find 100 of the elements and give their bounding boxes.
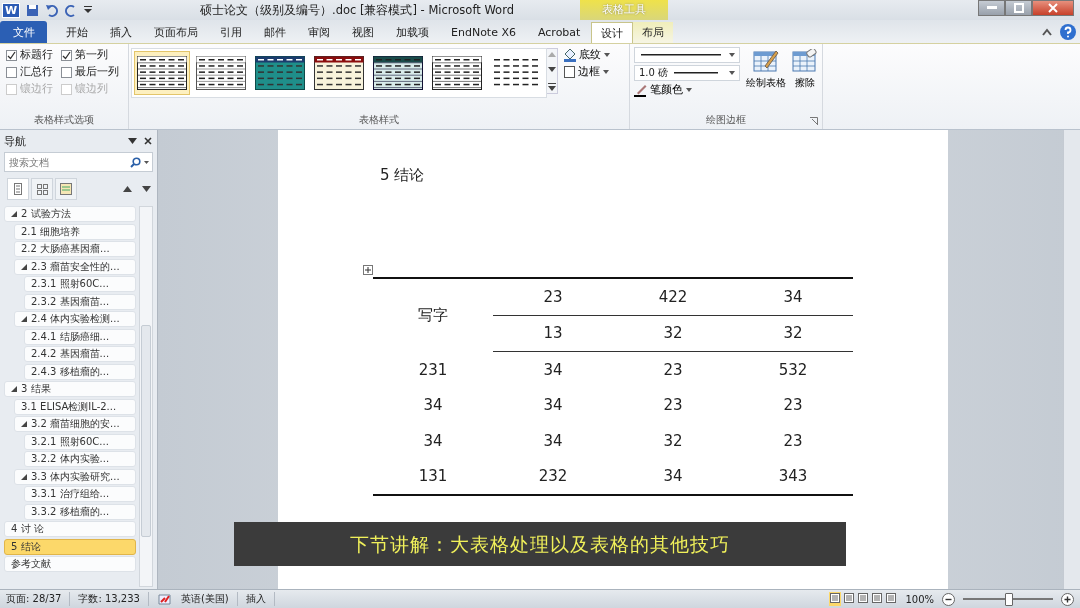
nav-item[interactable]: 2.4 体内实验检测... bbox=[14, 311, 136, 327]
nav-item[interactable]: 5 结论 bbox=[4, 538, 136, 555]
nav-item[interactable]: 3.1 ELISA检测IL-2... bbox=[14, 398, 136, 415]
nav-item[interactable]: 3.2.2 体内实验... bbox=[24, 451, 136, 467]
nav-item[interactable]: 2.3.2 基因瘤苗... bbox=[24, 293, 136, 310]
nav-item[interactable]: 2.1 细胞培养 bbox=[14, 223, 136, 240]
search-field[interactable]: 搜索文档 bbox=[4, 152, 153, 172]
table-move-handle-icon[interactable] bbox=[363, 265, 373, 275]
eraser-button[interactable]: 擦除 bbox=[792, 47, 818, 97]
close-icon[interactable] bbox=[144, 137, 152, 145]
expand-arrow-icon[interactable] bbox=[21, 263, 27, 270]
ribbon-tab[interactable]: 设计 bbox=[591, 22, 634, 43]
insert-mode-indicator[interactable]: 插入 bbox=[245, 592, 275, 606]
group-label: 表格样式选项 bbox=[33, 113, 95, 127]
nav-item[interactable]: 3.2 瘤苗细胞的安... bbox=[14, 416, 136, 432]
help-icon[interactable] bbox=[1060, 23, 1076, 40]
minimize-button[interactable] bbox=[978, 0, 1005, 16]
nav-item[interactable]: 2.2 大肠癌基因瘤... bbox=[14, 241, 136, 257]
section-heading: 5 结论 bbox=[379, 165, 426, 185]
zoom-level[interactable]: 100% bbox=[905, 593, 934, 605]
expand-arrow-icon[interactable] bbox=[21, 473, 27, 480]
borders-button[interactable]: 边框 bbox=[563, 65, 600, 79]
caret-icon[interactable] bbox=[604, 53, 610, 57]
expand-arrow-icon[interactable] bbox=[11, 211, 17, 217]
restore-button[interactable] bbox=[1005, 0, 1032, 16]
draw-table-button[interactable]: 绘制表格 bbox=[746, 47, 786, 97]
pages-view-icon[interactable] bbox=[31, 178, 53, 200]
pen-color-button[interactable]: 笔颜色 bbox=[634, 83, 683, 97]
pane-menu-icon[interactable] bbox=[128, 138, 137, 144]
expand-arrow-icon[interactable] bbox=[11, 386, 17, 392]
line-weight-dropdown[interactable]: 1.0 磅 bbox=[634, 65, 740, 81]
style-option-checkbox[interactable]: 标题行 bbox=[6, 48, 61, 62]
results-view-icon[interactable] bbox=[55, 178, 77, 200]
nav-item[interactable]: 2.4.1 结肠癌细... bbox=[24, 328, 136, 345]
ribbon-tab[interactable]: 布局 bbox=[633, 22, 674, 43]
dropdown-icon[interactable] bbox=[84, 5, 93, 15]
table-cell: 131 bbox=[373, 458, 493, 495]
nav-item[interactable]: 参考文献 bbox=[4, 556, 136, 572]
previous-heading-icon[interactable] bbox=[123, 186, 132, 192]
ribbon-tab[interactable]: EndNote X6 bbox=[440, 22, 527, 43]
zoom-slider-thumb[interactable] bbox=[1005, 592, 1013, 606]
ribbon-tab[interactable]: 页面布局 bbox=[143, 22, 209, 43]
style-option-checkbox[interactable]: 第一列 bbox=[61, 48, 125, 62]
nav-item[interactable]: 2.3.1 照射60C... bbox=[24, 276, 136, 292]
close-button[interactable] bbox=[1032, 0, 1074, 16]
caret-icon[interactable] bbox=[603, 70, 609, 74]
nav-item[interactable]: 3.3.1 治疗组给... bbox=[24, 486, 136, 502]
word-count[interactable]: 字数: 13,233 bbox=[78, 592, 149, 606]
nav-item[interactable]: 3.3 体内实验研究... bbox=[14, 468, 136, 485]
page-count[interactable]: 页面: 28/37 bbox=[6, 592, 71, 606]
ribbon-tab[interactable]: 引用 bbox=[209, 22, 253, 43]
language-indicator[interactable]: 英语(美国) bbox=[180, 592, 238, 606]
view-buttons[interactable] bbox=[829, 592, 898, 606]
line-style-dropdown[interactable] bbox=[634, 47, 740, 63]
window-title: 硕士论文（级别及编号）.doc [兼容模式] - Microsoft Word bbox=[200, 3, 514, 18]
table-cell: 32 bbox=[733, 315, 853, 352]
caret-icon[interactable] bbox=[686, 88, 692, 92]
line-style-icon bbox=[641, 54, 721, 56]
scrollbar[interactable] bbox=[139, 206, 153, 587]
border-icon bbox=[563, 65, 576, 79]
nav-item[interactable]: 2.3 瘤苗安全性的... bbox=[14, 258, 136, 275]
ribbon-tab[interactable]: 文件 bbox=[0, 21, 47, 43]
zoom-in-icon[interactable] bbox=[1061, 592, 1074, 606]
table-cell: 532 bbox=[733, 351, 853, 388]
nav-item[interactable]: 2.4.3 移植瘤的... bbox=[24, 363, 136, 380]
gallery-scroll-buttons[interactable] bbox=[547, 48, 558, 94]
search-icon[interactable] bbox=[130, 157, 141, 168]
zoom-out-icon[interactable] bbox=[942, 592, 955, 606]
table-style-thumbnail[interactable] bbox=[134, 51, 190, 95]
expand-arrow-icon[interactable] bbox=[21, 316, 27, 322]
ribbon-tab[interactable]: Acrobat bbox=[527, 22, 592, 43]
ribbon-tab[interactable]: 审阅 bbox=[297, 22, 341, 43]
nav-item[interactable]: 2.4.2 基因瘤苗... bbox=[24, 346, 136, 362]
nav-item[interactable]: 3.3.2 移植瘤的... bbox=[24, 503, 136, 520]
table-cell: 232 bbox=[493, 458, 613, 495]
ribbon-tab[interactable]: 开始 bbox=[55, 22, 99, 43]
undo-icon[interactable] bbox=[45, 3, 60, 17]
style-option-checkbox[interactable]: 最后一列 bbox=[61, 65, 125, 79]
shading-button[interactable]: 底纹 bbox=[563, 48, 601, 62]
nav-item[interactable]: 2 试验方法 bbox=[4, 206, 136, 222]
ribbon-tab[interactable]: 插入 bbox=[99, 22, 143, 43]
headings-view-icon[interactable] bbox=[7, 178, 29, 200]
line-weight-icon bbox=[674, 72, 719, 74]
expand-arrow-icon[interactable] bbox=[21, 421, 27, 427]
next-heading-icon[interactable] bbox=[142, 186, 151, 192]
ribbon-tab[interactable]: 邮件 bbox=[253, 22, 297, 43]
nav-item[interactable]: 3.2.1 照射60C... bbox=[24, 433, 136, 450]
nav-item[interactable]: 3 结果 bbox=[4, 381, 136, 397]
pen-icon bbox=[634, 83, 648, 97]
ribbon-tab[interactable]: 视图 bbox=[341, 22, 385, 43]
scrollbar[interactable] bbox=[1063, 130, 1080, 589]
table-cell: 23 bbox=[493, 278, 613, 315]
style-option-checkbox[interactable]: 汇总行 bbox=[6, 65, 61, 79]
proofing-icon[interactable] bbox=[156, 592, 173, 606]
dialog-launcher-icon[interactable] bbox=[810, 117, 818, 125]
caret-icon[interactable] bbox=[144, 161, 149, 164]
collapse-ribbon-icon[interactable] bbox=[1042, 27, 1052, 36]
nav-item[interactable]: 4 讨 论 bbox=[4, 521, 136, 537]
save-icon[interactable] bbox=[26, 3, 40, 17]
ribbon-tab[interactable]: 加载项 bbox=[385, 22, 440, 43]
